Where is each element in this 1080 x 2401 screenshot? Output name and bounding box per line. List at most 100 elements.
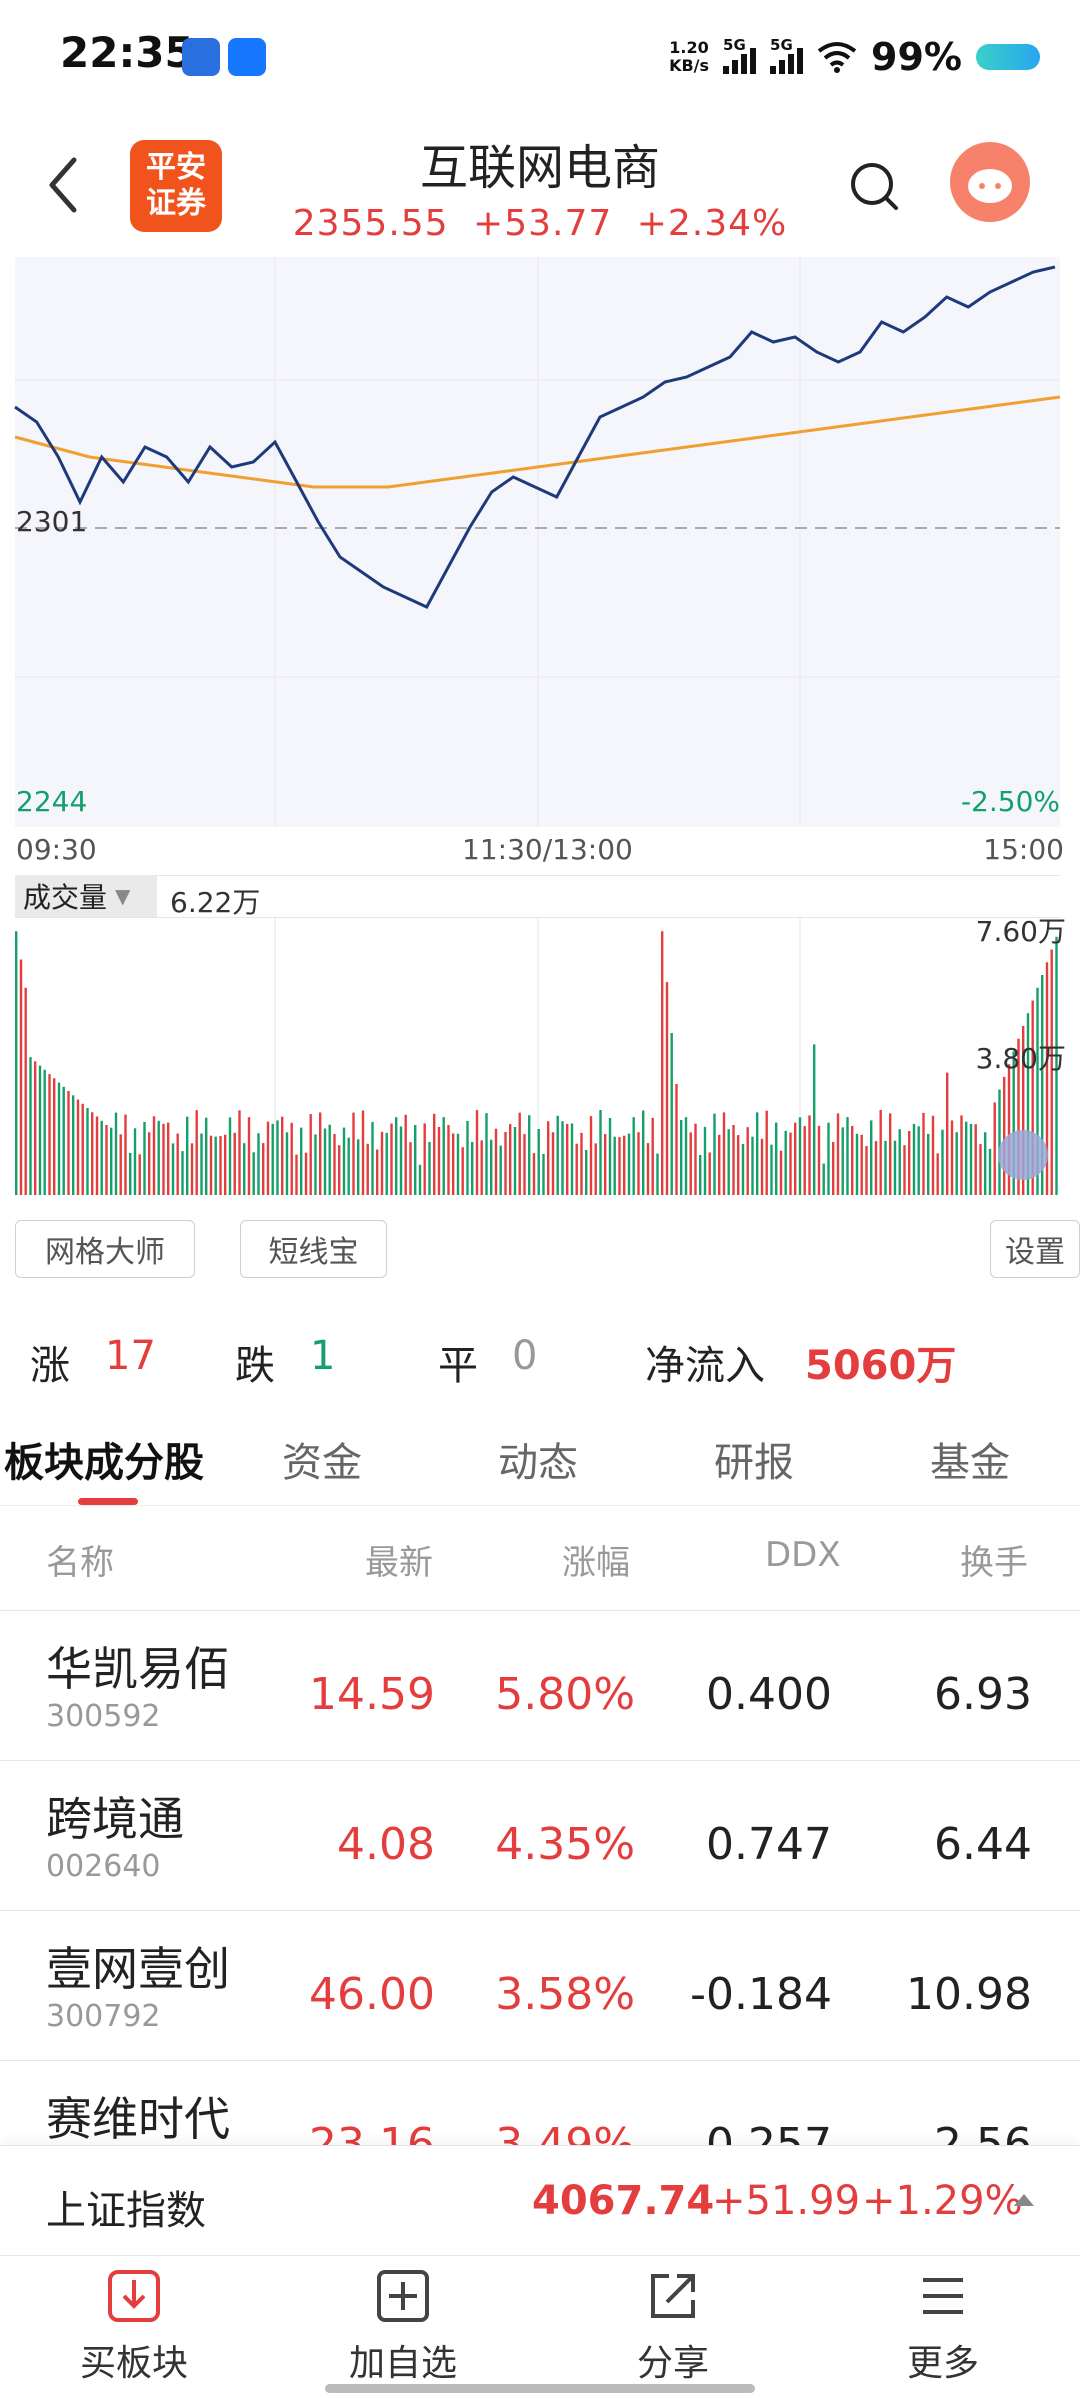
download-icon bbox=[108, 2270, 160, 2322]
table-row[interactable]: 跨境通 002640 4.08 4.35% 0.747 6.44 bbox=[0, 1760, 1080, 1911]
volume-bar bbox=[385, 1132, 388, 1200]
volume-bar bbox=[152, 1116, 156, 1200]
volume-bar bbox=[176, 1133, 179, 1200]
volume-bar bbox=[751, 1136, 754, 1200]
index-change-pct: +1.29% bbox=[862, 2178, 1023, 2224]
volume-bar bbox=[585, 1150, 588, 1200]
volume-bar bbox=[879, 1109, 882, 1200]
volume-bar bbox=[604, 1134, 607, 1200]
volume-bar bbox=[95, 1116, 99, 1200]
col-ddx[interactable]: DDX bbox=[765, 1535, 841, 1575]
volume-bar bbox=[684, 1117, 688, 1200]
volume-bar bbox=[371, 1121, 374, 1200]
volume-bar bbox=[931, 1115, 935, 1200]
volume-bar bbox=[309, 1114, 312, 1200]
volume-bar bbox=[556, 1115, 559, 1200]
col-price[interactable]: 最新 bbox=[365, 1535, 433, 1584]
bottom-nav: 买板块 加自选 分享 更多 bbox=[0, 2255, 1080, 2401]
assistant-avatar[interactable] bbox=[950, 142, 1030, 222]
tab-fund-holdings[interactable]: 基金 bbox=[930, 1430, 1010, 1488]
volume-bar bbox=[418, 1164, 422, 1200]
volume-bar bbox=[214, 1136, 217, 1200]
volume-bar bbox=[689, 1132, 692, 1200]
volume-bar bbox=[984, 1132, 987, 1200]
y-label-min: 2244 bbox=[16, 785, 88, 818]
volume-bar bbox=[485, 1113, 488, 1200]
volume-bar bbox=[718, 1134, 721, 1200]
volume-bar bbox=[34, 1061, 37, 1200]
volume-bar bbox=[490, 1139, 493, 1200]
volume-bar bbox=[442, 1117, 445, 1200]
sector-quote: 2355.55 +53.77 +2.34% bbox=[0, 203, 1080, 244]
tab-funds[interactable]: 资金 bbox=[282, 1430, 362, 1488]
col-turnover[interactable]: 换手 bbox=[960, 1535, 1028, 1584]
volume-bar bbox=[195, 1110, 198, 1200]
tab-constituents[interactable]: 板块成分股 bbox=[4, 1430, 204, 1488]
volume-bar bbox=[143, 1122, 146, 1200]
short-line-button[interactable]: 短线宝 bbox=[240, 1220, 387, 1278]
volume-value: 6.22万 bbox=[170, 886, 261, 919]
volume-bar bbox=[114, 1112, 118, 1200]
volume-bar bbox=[623, 1135, 626, 1200]
volume-bar bbox=[594, 1143, 597, 1200]
more-button[interactable]: 更多 bbox=[843, 2268, 1043, 2386]
volume-bar bbox=[119, 1134, 122, 1200]
volume-bar bbox=[499, 1145, 502, 1200]
status-bar: 22:35 1.20 KB/s 5G 5G 99% bbox=[0, 0, 1080, 115]
volume-bar bbox=[181, 1151, 184, 1200]
col-name[interactable]: 名称 bbox=[46, 1535, 114, 1584]
volume-bar bbox=[632, 1117, 635, 1200]
intraday-chart[interactable]: 2301 2244 -2.50% 09:30 11:30/13:00 15:00… bbox=[0, 255, 1080, 1201]
buy-sector-button[interactable]: 买板块 bbox=[34, 2268, 234, 2386]
volume-bar bbox=[57, 1082, 61, 1200]
volume-bar bbox=[955, 1132, 958, 1200]
col-pct[interactable]: 涨幅 bbox=[562, 1535, 630, 1584]
volume-bar bbox=[618, 1137, 621, 1200]
volume-indicator-select[interactable]: 成交量 ▼ bbox=[15, 875, 157, 917]
grid-master-button[interactable]: 网格大师 bbox=[15, 1220, 195, 1278]
settings-button[interactable]: 设置 bbox=[990, 1220, 1080, 1278]
volume-bar bbox=[589, 1116, 593, 1200]
volume-bar bbox=[200, 1133, 203, 1200]
volume-bar bbox=[29, 1057, 32, 1200]
volume-bar bbox=[480, 1140, 483, 1200]
table-row[interactable]: 赛维时代 23.16 3.49% 0.257 2.56 bbox=[0, 2060, 1080, 2146]
volume-bar bbox=[946, 1072, 949, 1200]
time-mid: 11:30/13:00 bbox=[462, 833, 633, 866]
volume-bar bbox=[570, 1123, 574, 1200]
index-ticker-bar[interactable]: 上证指数 4067.74 +51.99 +1.29% bbox=[0, 2145, 1080, 2256]
volume-bar bbox=[347, 1137, 350, 1200]
volume-bar bbox=[62, 1086, 65, 1200]
volume-bar bbox=[414, 1125, 417, 1200]
volume-bars bbox=[15, 931, 1058, 1201]
volume-bar bbox=[936, 1153, 939, 1200]
volume-bar bbox=[205, 1117, 208, 1200]
sector-change: +53.77 bbox=[473, 203, 613, 244]
time-close: 15:00 bbox=[983, 833, 1064, 866]
search-icon[interactable] bbox=[848, 160, 900, 212]
volume-bar bbox=[390, 1123, 393, 1200]
volume-bar bbox=[91, 1112, 94, 1200]
table-row[interactable]: 华凯易佰 300592 14.59 5.80% 0.400 6.93 bbox=[0, 1610, 1080, 1761]
volume-bar bbox=[271, 1123, 274, 1200]
share-button[interactable]: 分享 bbox=[573, 2268, 773, 2386]
wifi-icon bbox=[817, 42, 857, 73]
volume-bar bbox=[100, 1120, 103, 1200]
menu-icon bbox=[923, 2278, 963, 2314]
fullscreen-icon[interactable] bbox=[998, 1130, 1048, 1180]
volume-bar bbox=[452, 1133, 455, 1200]
y-label-baseline: 2301 bbox=[16, 505, 88, 538]
volume-bar bbox=[361, 1110, 365, 1200]
volume-bar bbox=[784, 1130, 787, 1200]
volume-bar bbox=[110, 1127, 113, 1200]
volume-bar bbox=[238, 1110, 241, 1200]
volume-bar bbox=[912, 1123, 916, 1200]
volume-bar bbox=[376, 1149, 379, 1200]
table-row[interactable]: 壹网壹创 300792 46.00 3.58% -0.184 10.98 bbox=[0, 1910, 1080, 2061]
tab-research[interactable]: 研报 bbox=[714, 1430, 794, 1488]
expand-up-icon[interactable] bbox=[1012, 2192, 1036, 2208]
volume-bar bbox=[927, 1133, 930, 1200]
add-watchlist-button[interactable]: 加自选 bbox=[303, 2268, 503, 2386]
tab-news[interactable]: 动态 bbox=[498, 1430, 578, 1488]
volume-bar bbox=[808, 1115, 811, 1200]
